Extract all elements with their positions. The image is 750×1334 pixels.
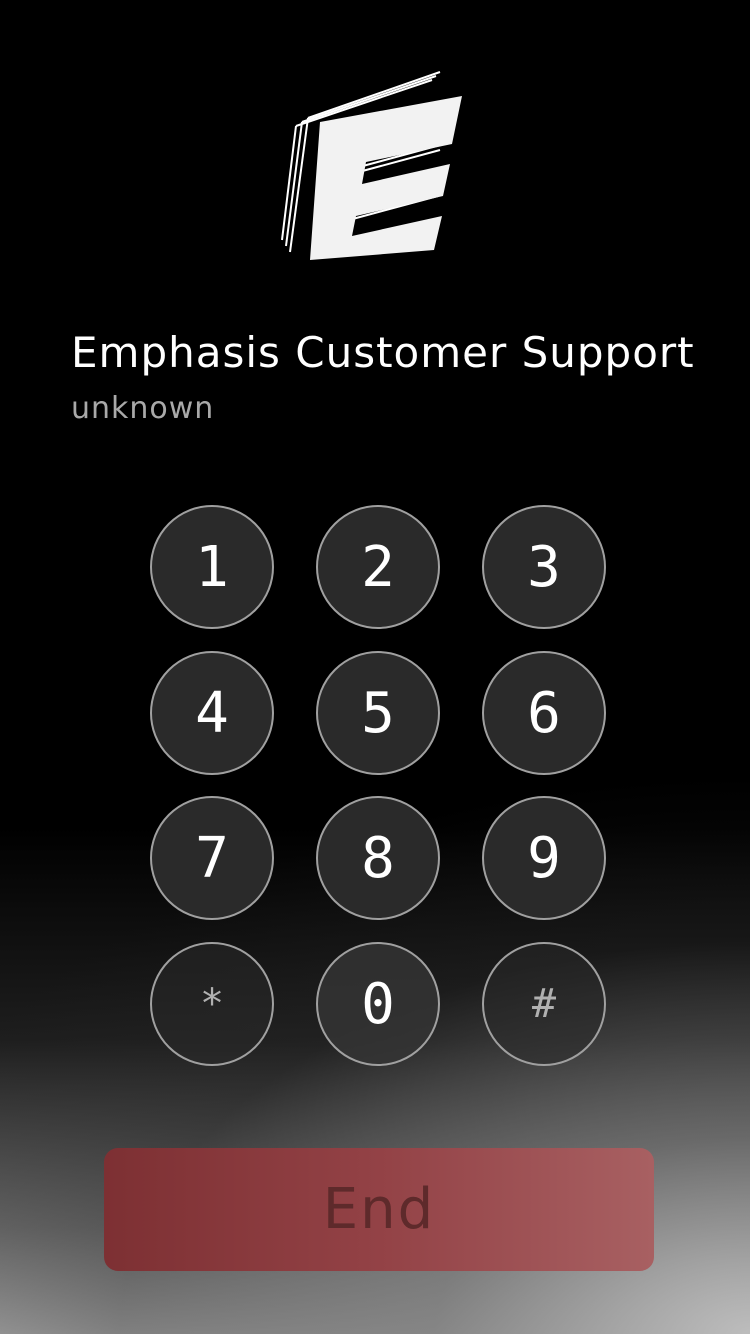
key-8[interactable]: 8 [316,796,440,920]
key-2[interactable]: 2 [316,505,440,629]
key-7[interactable]: 7 [150,796,274,920]
key-star[interactable]: * [150,942,274,1066]
caller-name: Emphasis Customer Support [71,328,695,377]
emphasis-e-logo-icon [281,71,462,260]
key-0[interactable]: 0 [316,942,440,1066]
key-6[interactable]: 6 [482,651,606,775]
key-hash[interactable]: # [482,942,606,1066]
call-status: unknown [71,391,215,426]
key-4[interactable]: 4 [150,651,274,775]
key-9[interactable]: 9 [482,796,606,920]
key-3[interactable]: 3 [482,505,606,629]
call-screen: Emphasis Customer Support unknown 1 2 3 … [0,0,750,1334]
end-call-button[interactable]: End [104,1148,654,1271]
key-5[interactable]: 5 [316,651,440,775]
dial-keypad: 1 2 3 4 5 6 7 8 9 * 0 # [150,505,610,1070]
key-1[interactable]: 1 [150,505,274,629]
